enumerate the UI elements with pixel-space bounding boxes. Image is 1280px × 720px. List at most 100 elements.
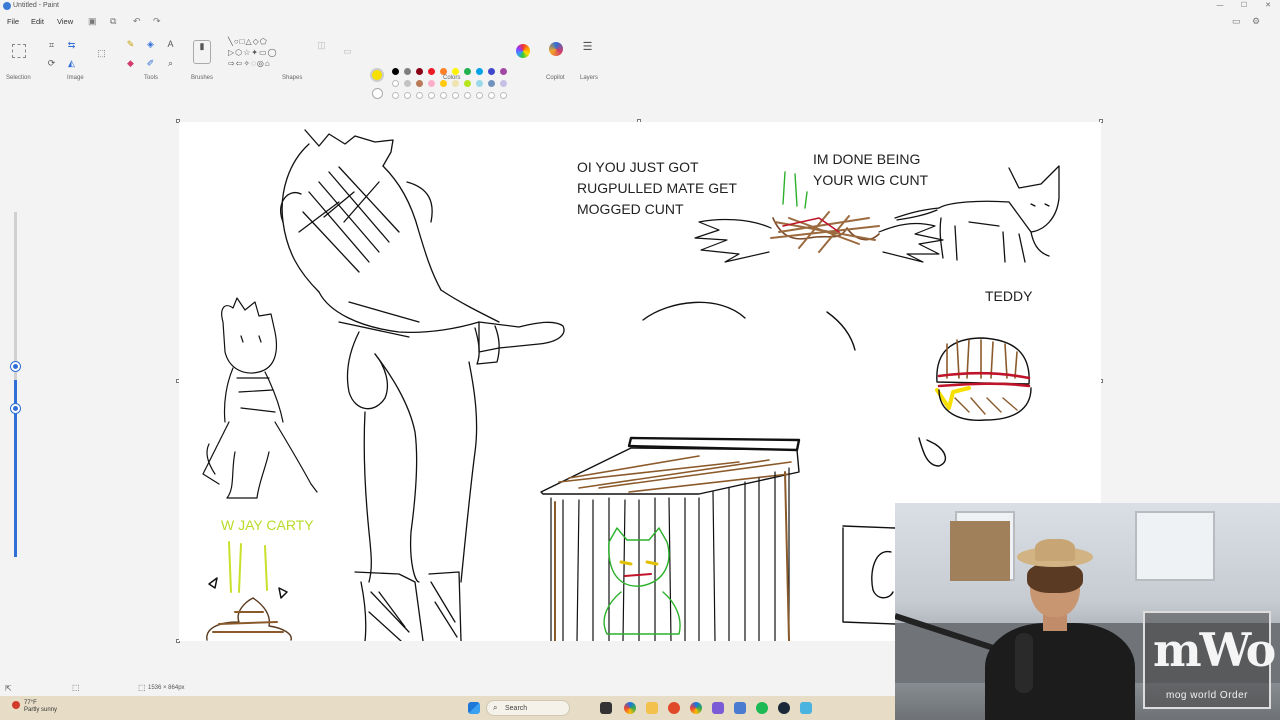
zoom-slider-knob-lower[interactable] [11, 404, 20, 413]
undo-icon[interactable]: ↶ [133, 16, 141, 27]
app-icon-3[interactable] [734, 702, 746, 714]
tall-figure-sketch [280, 129, 565, 641]
color-swatch[interactable] [440, 68, 447, 75]
menu-view[interactable]: View [57, 17, 73, 26]
copilot-icon[interactable] [549, 42, 563, 56]
custom-color-slot[interactable] [476, 92, 483, 99]
color-picker-icon[interactable]: ✐ [145, 58, 156, 69]
color-swatch[interactable] [500, 68, 507, 75]
custom-color-slot[interactable] [428, 92, 435, 99]
color-swatch[interactable] [440, 80, 447, 87]
weather-widget[interactable]: 77°F Partly sunny [24, 700, 57, 714]
flip-icon[interactable]: ◭ [66, 58, 77, 69]
custom-color-slot[interactable] [452, 92, 459, 99]
color-swatch[interactable] [404, 80, 411, 87]
selection-icon[interactable] [12, 44, 26, 58]
window-title: Untitled - Paint [13, 2, 59, 9]
magnifier-icon[interactable]: ⌕ [165, 58, 176, 69]
pencil-icon[interactable]: ✎ [125, 39, 136, 50]
search-label: Search [505, 705, 528, 712]
menu-file[interactable]: File [7, 17, 19, 26]
taskbar-search[interactable]: ⌕ Search [486, 700, 570, 716]
image-select-icon[interactable]: ⬚ [96, 48, 107, 59]
chrome-icon[interactable] [624, 702, 636, 714]
custom-color-slot[interactable] [404, 92, 411, 99]
chrome-icon-2[interactable] [690, 702, 702, 714]
color-swatch[interactable] [476, 68, 483, 75]
logo-main-text: mWo [1153, 623, 1276, 677]
color-swatch[interactable] [392, 80, 399, 87]
color-swatch[interactable] [428, 68, 435, 75]
custom-color-slot[interactable] [488, 92, 495, 99]
start-icon[interactable] [468, 702, 480, 714]
color-swatch[interactable] [404, 68, 411, 75]
rotate-icon[interactable]: ⟳ [46, 58, 57, 69]
maximize-button[interactable]: ☐ [1232, 0, 1256, 12]
redo-icon[interactable]: ↷ [153, 16, 161, 27]
custom-color-slot[interactable] [416, 92, 423, 99]
settings-icon[interactable]: ⚙ [1252, 16, 1260, 27]
group-label-selection: Selection [6, 75, 31, 81]
comment-icon[interactable]: ▭ [1232, 16, 1241, 27]
app-icon-2[interactable] [712, 702, 724, 714]
custom-color-slot[interactable] [464, 92, 471, 99]
share-icon[interactable]: ⧉ [110, 16, 116, 27]
color-swatch[interactable] [392, 68, 399, 75]
color-swatch[interactable] [464, 68, 471, 75]
text-icon[interactable]: A [165, 39, 176, 50]
task-view-icon[interactable] [600, 702, 612, 714]
color-swatch[interactable] [464, 80, 471, 87]
menu-edit[interactable]: Edit [31, 17, 44, 26]
eraser-icon[interactable]: ◆ [125, 58, 136, 69]
custom-color-slot[interactable] [500, 92, 507, 99]
paint-app-icon [3, 2, 11, 10]
group-label-image: Image [67, 75, 84, 81]
poop-sketch [206, 541, 292, 641]
secondary-color[interactable] [372, 88, 383, 99]
primary-color[interactable] [370, 68, 384, 82]
brush-icon[interactable]: ▮ [193, 40, 211, 64]
color-swatch[interactable] [488, 68, 495, 75]
canvas-dimensions: 1536 × 864px [148, 685, 185, 691]
mwo-logo: mWo mog world Order [1143, 611, 1276, 709]
edit-colors-icon[interactable] [516, 44, 530, 58]
spotify-icon[interactable] [756, 702, 768, 714]
file-explorer-icon[interactable] [646, 702, 658, 714]
logo-sub-text: mog world Order [1166, 690, 1248, 701]
burger-sketch [935, 337, 1032, 421]
crop-icon[interactable]: ⌗ [46, 40, 57, 51]
weather-desc: Partly sunny [24, 707, 58, 713]
custom-color-slot[interactable] [392, 92, 399, 99]
shape-outline-icon[interactable]: ◫ [316, 40, 327, 51]
resize-icon[interactable]: ⇆ [66, 40, 77, 51]
color-swatch[interactable] [452, 80, 459, 87]
weather-icon[interactable] [12, 701, 20, 709]
color-swatch[interactable] [416, 68, 423, 75]
menu-bar: File Edit View ▣ ⧉ ↶ ↷ ▭ ⚙ [0, 14, 1280, 28]
fill-icon[interactable]: ◈ [145, 39, 156, 50]
custom-color-slot[interactable] [440, 92, 447, 99]
steam-icon[interactable] [778, 702, 790, 714]
color-swatch[interactable] [488, 80, 495, 87]
group-label-copilot: Copilot [546, 75, 565, 81]
layers-icon[interactable]: ☰ [582, 42, 593, 53]
shape-size-icon[interactable]: ▭ [342, 46, 353, 57]
canvas-text-teddy: TEDDY [985, 288, 1033, 304]
color-swatch[interactable] [476, 80, 483, 87]
window-controls: — ☐ ✕ [1208, 0, 1280, 12]
paint-taskbar-icon[interactable] [800, 702, 812, 714]
group-label-brushes: Brushes [191, 75, 214, 81]
color-swatch[interactable] [428, 80, 435, 87]
ribbon: ⌗ ⇆ ⬚ ⟳ ◭ ✎ ◈ A ◆ ✐ ⌕ ▮ ╲○□△◇⬠ ▷⬡☆✦▭◯ ⇨⇦✧◌… [0, 30, 1280, 99]
zoom-slider-knob-upper[interactable] [11, 362, 20, 371]
app-icon-1[interactable] [668, 702, 680, 714]
shapes-gallery[interactable]: ╲○□△◇⬠ ▷⬡☆✦▭◯ ⇨⇦✧◌◎⌂ [228, 36, 304, 68]
cowboy-hat-crown [1035, 539, 1075, 561]
minimize-button[interactable]: — [1208, 0, 1232, 12]
save-icon[interactable]: ▣ [88, 16, 97, 27]
color-swatch[interactable] [452, 68, 459, 75]
cage-sketch [540, 436, 801, 641]
close-button[interactable]: ✕ [1256, 0, 1280, 12]
color-swatch[interactable] [416, 80, 423, 87]
color-swatch[interactable] [500, 80, 507, 87]
